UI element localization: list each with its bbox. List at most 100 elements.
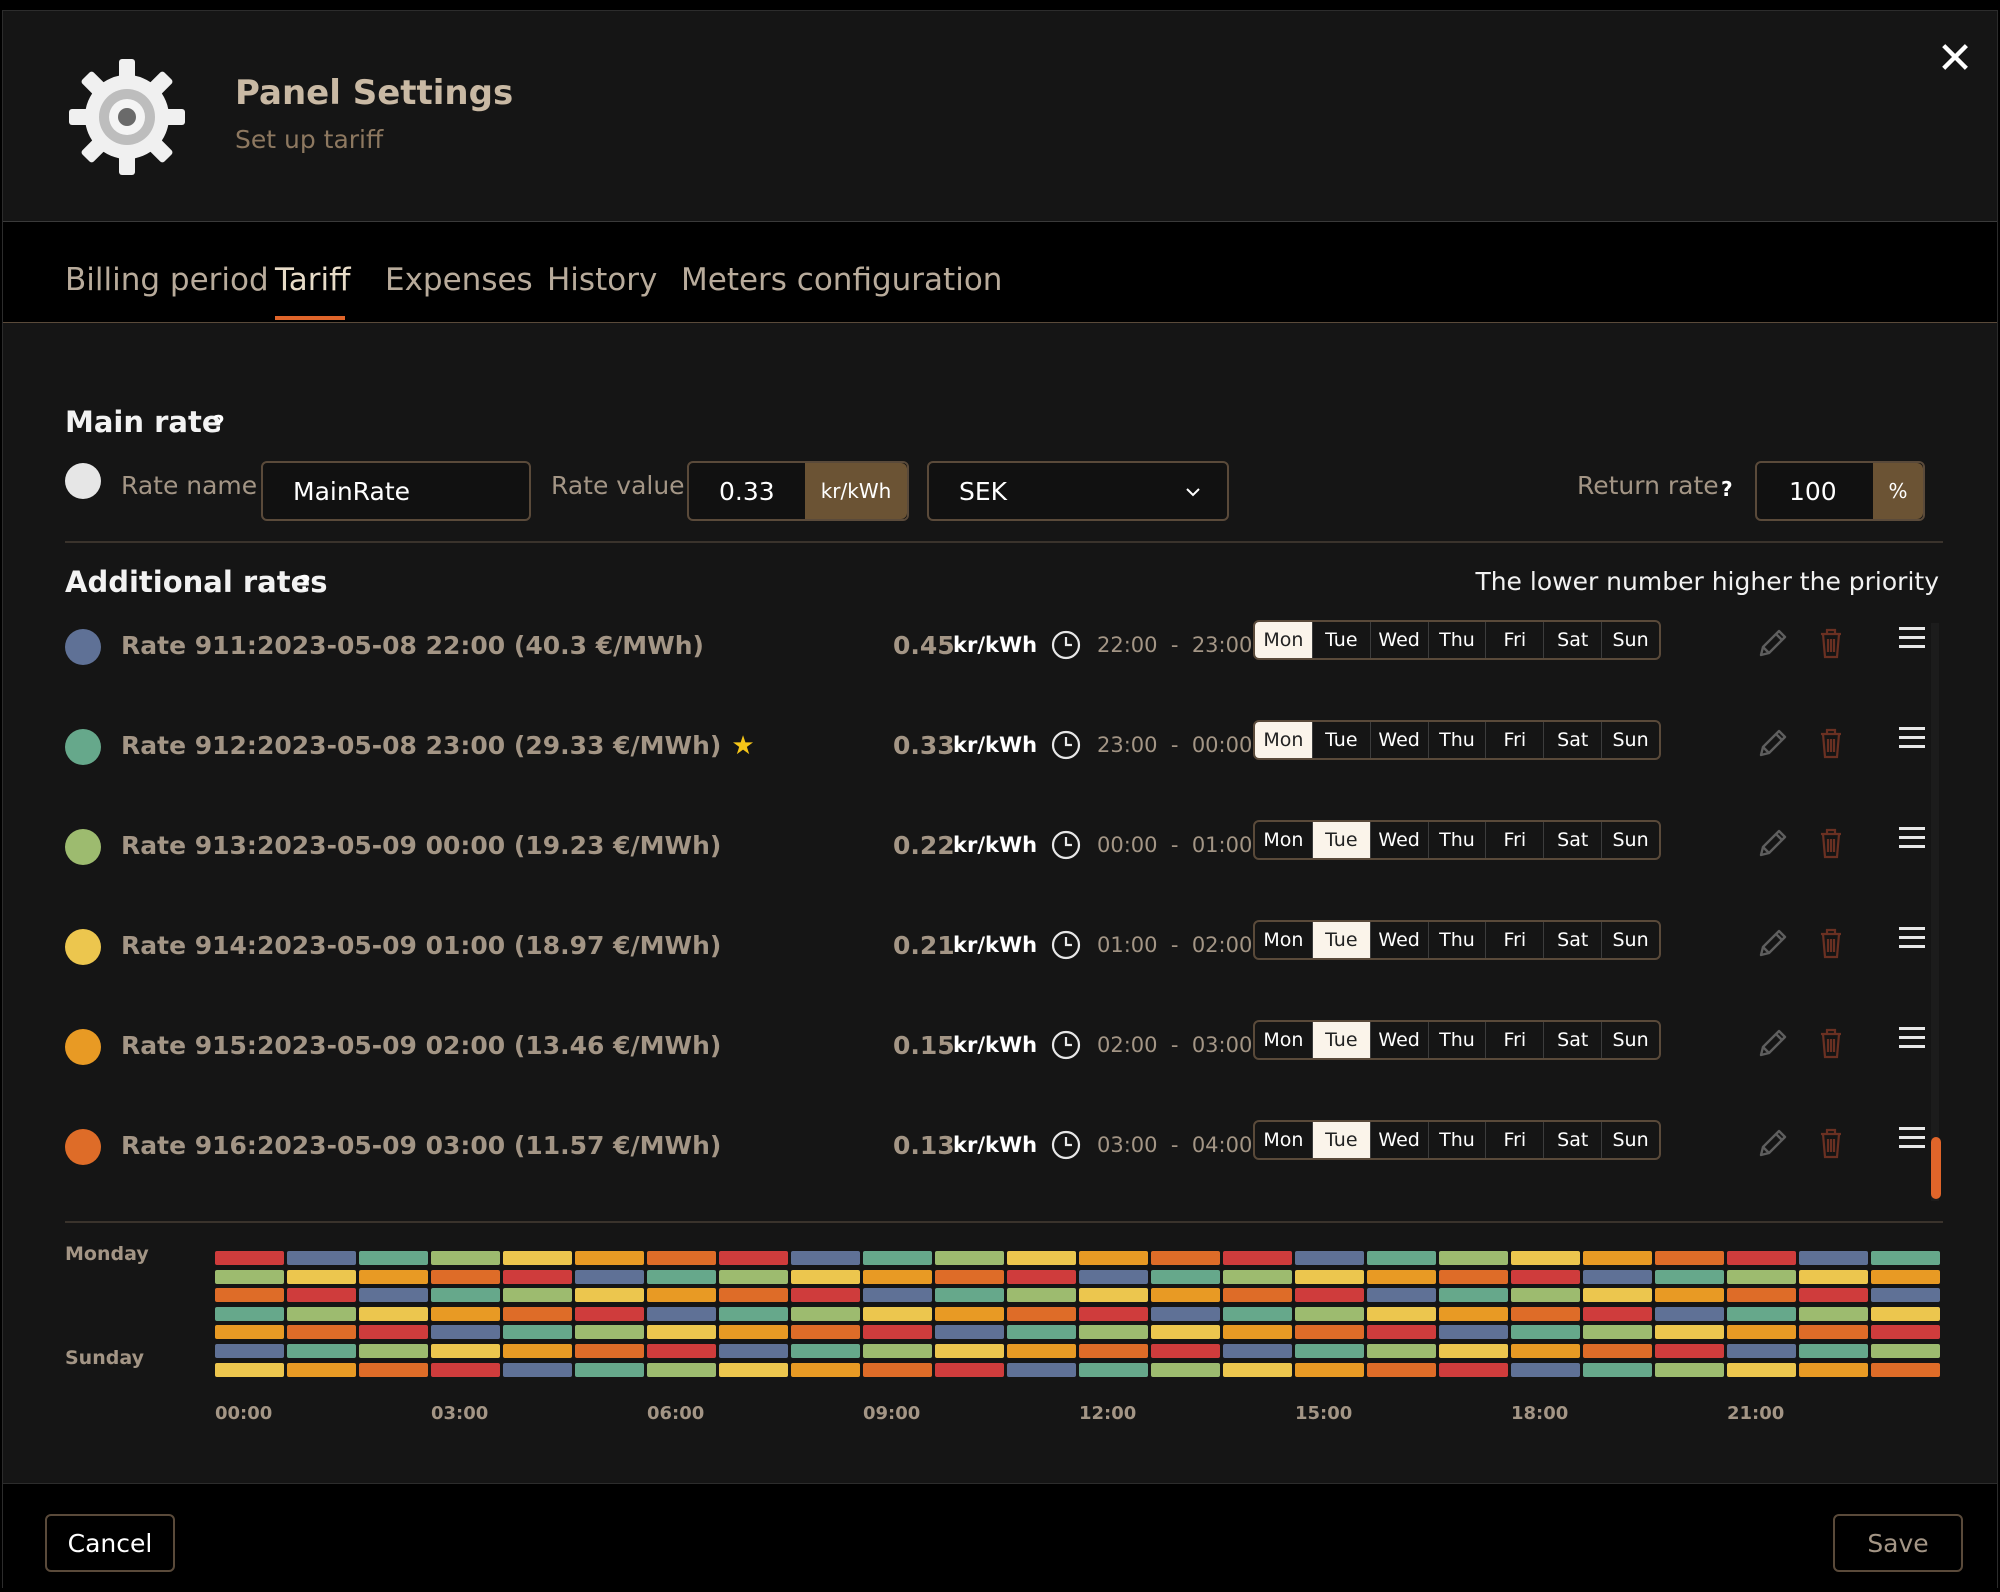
schedule-cell[interactable]: [791, 1325, 860, 1340]
drag-handle-icon[interactable]: [1899, 727, 1925, 751]
edit-pencil-icon[interactable]: [1755, 1025, 1791, 1061]
schedule-cell[interactable]: [1799, 1306, 1868, 1321]
day-toggle-thu[interactable]: Thu: [1429, 1022, 1487, 1058]
schedule-cell[interactable]: [1295, 1288, 1364, 1303]
schedule-cell[interactable]: [1871, 1288, 1940, 1303]
rate-color-dot[interactable]: [65, 729, 101, 765]
rate-time-range[interactable]: 23:00 - 00:00: [1097, 733, 1252, 757]
tab-billing-period[interactable]: Billing period: [65, 262, 269, 298]
schedule-cell[interactable]: [215, 1288, 284, 1303]
trash-icon[interactable]: [1813, 625, 1849, 661]
schedule-cell[interactable]: [1871, 1251, 1940, 1265]
schedule-cell[interactable]: [1583, 1362, 1652, 1377]
drag-handle-icon[interactable]: [1899, 1027, 1925, 1051]
schedule-cell[interactable]: [1079, 1269, 1148, 1284]
schedule-cell[interactable]: [287, 1269, 356, 1284]
schedule-cell[interactable]: [1871, 1344, 1940, 1358]
schedule-cell[interactable]: [287, 1306, 356, 1321]
additional-rates-help-icon[interactable]: ?: [299, 571, 311, 595]
schedule-cell[interactable]: [1583, 1288, 1652, 1303]
tab-meters-configuration[interactable]: Meters configuration: [681, 262, 1002, 298]
schedule-cell[interactable]: [647, 1344, 716, 1358]
schedule-cell[interactable]: [1583, 1269, 1652, 1284]
schedule-cell[interactable]: [359, 1344, 428, 1358]
day-toggle-sun[interactable]: Sun: [1602, 1122, 1659, 1158]
schedule-cell[interactable]: [287, 1288, 356, 1303]
schedule-cell[interactable]: [503, 1306, 572, 1321]
schedule-cell[interactable]: [719, 1251, 788, 1265]
schedule-cell[interactable]: [503, 1288, 572, 1303]
schedule-cell[interactable]: [1367, 1269, 1436, 1284]
schedule-cell[interactable]: [215, 1251, 284, 1265]
schedule-cell[interactable]: [1007, 1251, 1076, 1265]
schedule-cell[interactable]: [647, 1306, 716, 1321]
day-toggle-tue[interactable]: Tue: [1312, 922, 1371, 958]
schedule-cell[interactable]: [1583, 1306, 1652, 1321]
schedule-cell[interactable]: [1079, 1325, 1148, 1340]
schedule-cell[interactable]: [1511, 1306, 1580, 1321]
day-toggle-wed[interactable]: Wed: [1371, 922, 1429, 958]
schedule-cell[interactable]: [1871, 1306, 1940, 1321]
schedule-cell[interactable]: [1151, 1306, 1220, 1321]
schedule-cell[interactable]: [1295, 1325, 1364, 1340]
day-toggle-thu[interactable]: Thu: [1429, 822, 1487, 858]
schedule-cell[interactable]: [1655, 1325, 1724, 1340]
schedule-cell[interactable]: [1655, 1344, 1724, 1358]
schedule-cell[interactable]: [1007, 1306, 1076, 1321]
day-toggle-sun[interactable]: Sun: [1602, 922, 1659, 958]
schedule-cell[interactable]: [1079, 1251, 1148, 1265]
schedule-cell[interactable]: [215, 1362, 284, 1377]
rates-scrollbar-thumb[interactable]: [1931, 1137, 1941, 1199]
schedule-cell[interactable]: [431, 1288, 500, 1303]
schedule-cell[interactable]: [215, 1269, 284, 1284]
schedule-cell[interactable]: [287, 1325, 356, 1340]
schedule-cell[interactable]: [1439, 1344, 1508, 1358]
schedule-cell[interactable]: [1151, 1344, 1220, 1358]
day-toggle-thu[interactable]: Thu: [1429, 922, 1487, 958]
schedule-cell[interactable]: [431, 1344, 500, 1358]
schedule-cell[interactable]: [863, 1362, 932, 1377]
schedule-cell[interactable]: [1367, 1306, 1436, 1321]
trash-icon[interactable]: [1813, 1125, 1849, 1161]
schedule-cell[interactable]: [935, 1306, 1004, 1321]
schedule-cell[interactable]: [575, 1325, 644, 1340]
schedule-cell[interactable]: [1223, 1269, 1292, 1284]
schedule-cell[interactable]: [647, 1325, 716, 1340]
schedule-cell[interactable]: [935, 1362, 1004, 1377]
day-toggle-sat[interactable]: Sat: [1544, 1022, 1603, 1058]
schedule-cell[interactable]: [215, 1344, 284, 1358]
schedule-cell[interactable]: [1367, 1251, 1436, 1265]
day-toggle-wed[interactable]: Wed: [1371, 722, 1429, 758]
day-toggle-mon[interactable]: Mon: [1255, 1122, 1313, 1158]
schedule-cell[interactable]: [1367, 1344, 1436, 1358]
schedule-cell[interactable]: [1151, 1362, 1220, 1377]
schedule-cell[interactable]: [863, 1251, 932, 1265]
day-toggle-wed[interactable]: Wed: [1371, 822, 1429, 858]
schedule-cell[interactable]: [1727, 1362, 1796, 1377]
day-toggle-sun[interactable]: Sun: [1602, 722, 1659, 758]
return-rate-help-icon[interactable]: ?: [1721, 477, 1733, 501]
schedule-cell[interactable]: [1223, 1362, 1292, 1377]
schedule-cell[interactable]: [647, 1251, 716, 1265]
trash-icon[interactable]: [1813, 1025, 1849, 1061]
schedule-cell[interactable]: [935, 1344, 1004, 1358]
day-toggle-wed[interactable]: Wed: [1371, 622, 1429, 658]
schedule-cell[interactable]: [359, 1325, 428, 1340]
day-toggle-tue[interactable]: Tue: [1312, 822, 1371, 858]
schedule-cell[interactable]: [575, 1306, 644, 1321]
schedule-cell[interactable]: [791, 1344, 860, 1358]
schedule-cell[interactable]: [1151, 1251, 1220, 1265]
day-toggle-sat[interactable]: Sat: [1544, 822, 1603, 858]
schedule-cell[interactable]: [1439, 1325, 1508, 1340]
day-toggle-fri[interactable]: Fri: [1486, 622, 1545, 658]
schedule-cell[interactable]: [503, 1251, 572, 1265]
schedule-cell[interactable]: [1079, 1288, 1148, 1303]
schedule-cell[interactable]: [1367, 1288, 1436, 1303]
schedule-cell[interactable]: [1583, 1344, 1652, 1358]
schedule-cell[interactable]: [863, 1288, 932, 1303]
schedule-cell[interactable]: [215, 1325, 284, 1340]
day-toggle-sun[interactable]: Sun: [1602, 1022, 1659, 1058]
schedule-cell[interactable]: [1367, 1325, 1436, 1340]
schedule-cell[interactable]: [575, 1344, 644, 1358]
schedule-cell[interactable]: [287, 1251, 356, 1265]
